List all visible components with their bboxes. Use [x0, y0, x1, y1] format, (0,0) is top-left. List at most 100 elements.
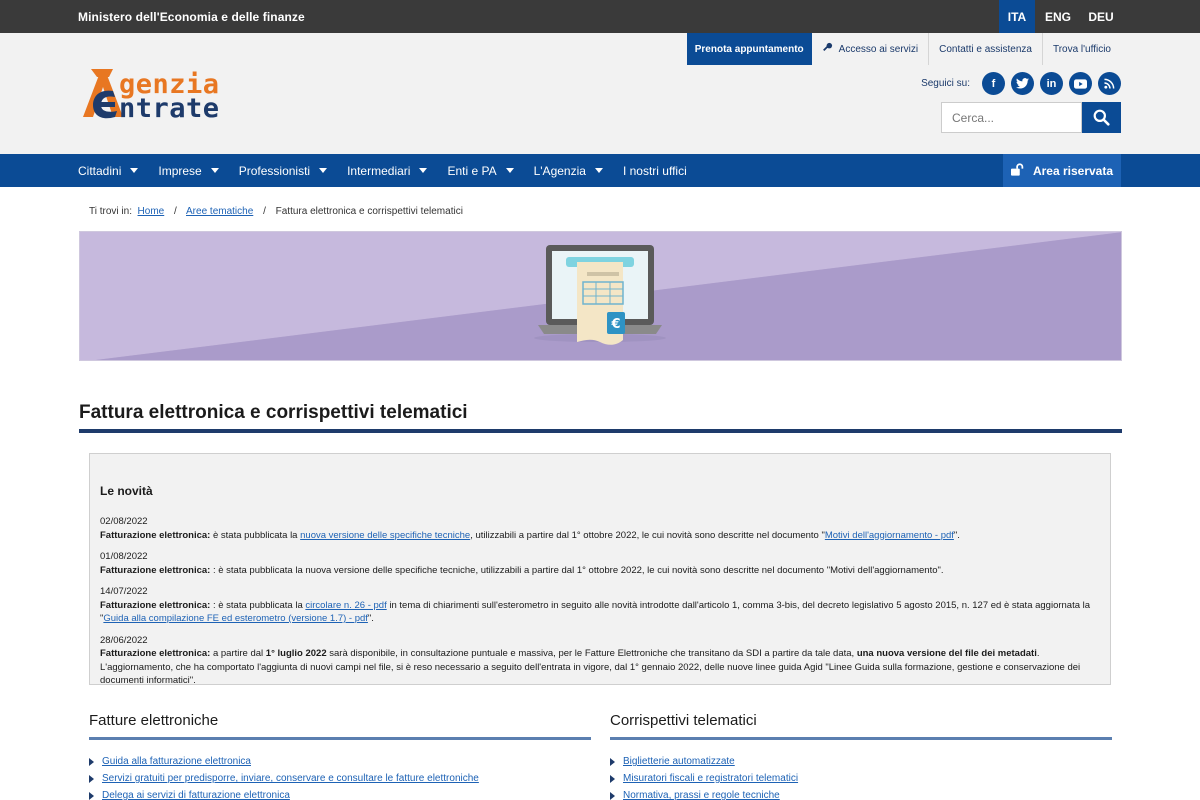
ministry-link[interactable]: Ministero dell'Economia e delle finanze — [78, 10, 305, 24]
unlock-icon — [1010, 162, 1025, 179]
nav-cittadini-label: Cittadini — [78, 163, 122, 178]
news-link[interactable]: nuova versione delle specifiche tecniche — [300, 530, 470, 541]
news-text: , utilizzabili a partire dal 1° ottobre … — [470, 529, 825, 541]
news-bold: una nuova versione del file dei metadati — [856, 648, 1037, 659]
logo-text-entrate: ntrate — [119, 93, 220, 124]
contatti-assistenza-link[interactable]: Contatti e assistenza — [928, 33, 1042, 65]
chevron-down-icon — [319, 168, 328, 173]
link-label: Misuratori fiscali e registratori telema… — [623, 773, 799, 784]
search-icon — [1093, 109, 1110, 126]
breadcrumb-separator: / — [174, 206, 177, 217]
news-text: : è stata pubblicata la nuova versione d… — [210, 564, 944, 576]
list-item-link[interactable]: Biglietterie automatizzate — [610, 756, 1112, 767]
link-label: Servizi gratuiti per predisporre, inviar… — [102, 773, 479, 784]
trova-ufficio-link[interactable]: Trova l'ufficio — [1041, 33, 1121, 65]
news-text: a partire dal — [210, 648, 266, 659]
key-icon — [822, 42, 833, 56]
breadcrumb: Ti trovi in: Home / Aree tematiche / Fat… — [89, 206, 463, 217]
prenota-appuntamento-button[interactable]: Prenota appuntamento — [686, 33, 812, 65]
section-underline — [89, 737, 591, 740]
linkedin-icon[interactable]: in — [1040, 72, 1063, 95]
list-item-link[interactable]: Misuratori fiscali e registratori telema… — [610, 773, 1112, 784]
breadcrumb-home-link[interactable]: Home — [138, 206, 165, 217]
caret-right-icon — [89, 791, 94, 800]
news-label: Fatturazione elettronica: — [100, 599, 211, 611]
caret-right-icon — [610, 791, 615, 800]
nav-intermediari-label: Intermediari — [347, 163, 411, 178]
link-label: Normativa, prassi e regole tecniche — [623, 790, 780, 800]
page-title: Fattura elettronica e corrispettivi tele… — [79, 402, 468, 423]
lang-deu[interactable]: DEU — [1081, 0, 1121, 33]
social-links: Seguici su: f in — [921, 72, 1121, 95]
accesso-servizi-link[interactable]: Accesso ai servizi — [812, 33, 928, 65]
news-date: 02/08/2022 — [100, 516, 148, 527]
youtube-icon[interactable] — [1069, 72, 1092, 95]
nav-imprese-label: Imprese — [158, 163, 202, 178]
breadcrumb-aree-link[interactable]: Aree tematiche — [186, 206, 253, 217]
news-date: 28/06/2022 — [100, 634, 148, 646]
svg-text:€: € — [610, 317, 620, 332]
nav-agenzia[interactable]: L'Agenzia — [534, 164, 603, 178]
rss-icon[interactable] — [1098, 72, 1121, 95]
nav-nostri-uffici[interactable]: I nostri uffici — [623, 164, 687, 178]
news-heading: Le novità — [100, 484, 153, 498]
news-date: 01/08/2022 — [100, 551, 148, 562]
top-bar: Ministero dell'Economia e delle finanze … — [0, 0, 1200, 33]
fatture-section: Fatture elettroniche Guida alla fatturaz… — [89, 712, 591, 800]
caret-right-icon — [89, 774, 94, 783]
caret-right-icon — [610, 774, 615, 783]
nav-cittadini[interactable]: Cittadini — [78, 163, 139, 178]
list-item-link[interactable]: Delega ai servizi di fatturazione elettr… — [89, 790, 591, 800]
nav-nostri-uffici-label: I nostri uffici — [622, 163, 687, 178]
social-label: Seguici su: — [921, 78, 970, 89]
twitter-icon[interactable] — [1011, 72, 1034, 95]
corrispettivi-section: Corrispettivi telematici Biglietterie au… — [610, 712, 1112, 800]
news-text: è stata pubblicata la — [210, 529, 301, 541]
search-form — [941, 102, 1121, 133]
breadcrumb-current: Fattura elettronica e corrispettivi tele… — [275, 206, 463, 217]
section-underline — [610, 737, 1112, 740]
caret-right-icon — [610, 757, 615, 766]
language-switcher: ITA ENG DEU — [999, 0, 1121, 33]
title-underline — [79, 429, 1122, 433]
news-link[interactable]: circolare n. 26 - pdf — [305, 600, 386, 611]
link-label: Delega ai servizi di fatturazione elettr… — [102, 790, 290, 800]
nav-professionisti-label: Professionisti — [238, 163, 311, 178]
lang-eng[interactable]: ENG — [1035, 0, 1081, 33]
list-item-link[interactable]: Normativa, prassi e regole tecniche — [610, 790, 1112, 800]
facebook-icon[interactable]: f — [982, 72, 1005, 95]
list-item-link[interactable]: Servizi gratuiti per predisporre, inviar… — [89, 773, 591, 784]
news-label: Fatturazione elettronica: — [100, 564, 211, 576]
news-date: 14/07/2022 — [100, 586, 148, 597]
news-text: ". — [953, 529, 960, 541]
hero-illustration: € — [80, 232, 1121, 360]
chevron-down-icon — [210, 168, 219, 173]
chevron-down-icon — [419, 168, 428, 173]
news-label: Fatturazione elettronica: — [100, 648, 211, 659]
news-label: Fatturazione elettronica: — [100, 529, 211, 541]
news-item: 14/07/2022 Fatturazione elettronica: : è… — [100, 585, 1100, 626]
corrispettivi-links: Biglietterie automatizzate Misuratori fi… — [610, 756, 1112, 800]
news-item: 01/08/2022 Fatturazione elettronica: : è… — [100, 550, 1100, 577]
agenzia-entrate-logo[interactable]: genzia ntrate — [79, 63, 254, 155]
news-link[interactable]: Guida alla compilazione FE ed esterometr… — [103, 613, 368, 624]
hero-banner: € — [79, 231, 1122, 361]
nav-enti-pa[interactable]: Enti e PA — [447, 164, 514, 178]
breadcrumb-prefix: Ti trovi in: — [89, 206, 132, 217]
news-link[interactable]: Motivi dell'aggiornamento - pdf — [825, 530, 954, 541]
fatture-links: Guida alla fatturazione elettronica Serv… — [89, 756, 591, 800]
list-item-link[interactable]: Guida alla fatturazione elettronica — [89, 756, 591, 767]
search-button[interactable] — [1082, 102, 1121, 133]
nav-intermediari[interactable]: Intermediari — [347, 163, 428, 178]
news-item: 28/06/2022 Fatturazione elettronica: a p… — [100, 634, 1100, 688]
main-nav: Cittadini Imprese Professionisti Interme… — [0, 154, 1200, 187]
news-text: sarà disponibile, in consultazione puntu… — [326, 648, 857, 659]
caret-right-icon — [89, 757, 94, 766]
area-riservata-button[interactable]: Area riservata — [1003, 154, 1121, 187]
nav-imprese[interactable]: Imprese — [158, 163, 219, 178]
lang-ita[interactable]: ITA — [999, 0, 1035, 33]
link-label: Guida alla fatturazione elettronica — [102, 756, 251, 767]
search-input[interactable] — [941, 102, 1082, 133]
nav-professionisti[interactable]: Professionisti — [238, 163, 328, 178]
news-bold: 1° luglio 2022 — [265, 648, 327, 659]
